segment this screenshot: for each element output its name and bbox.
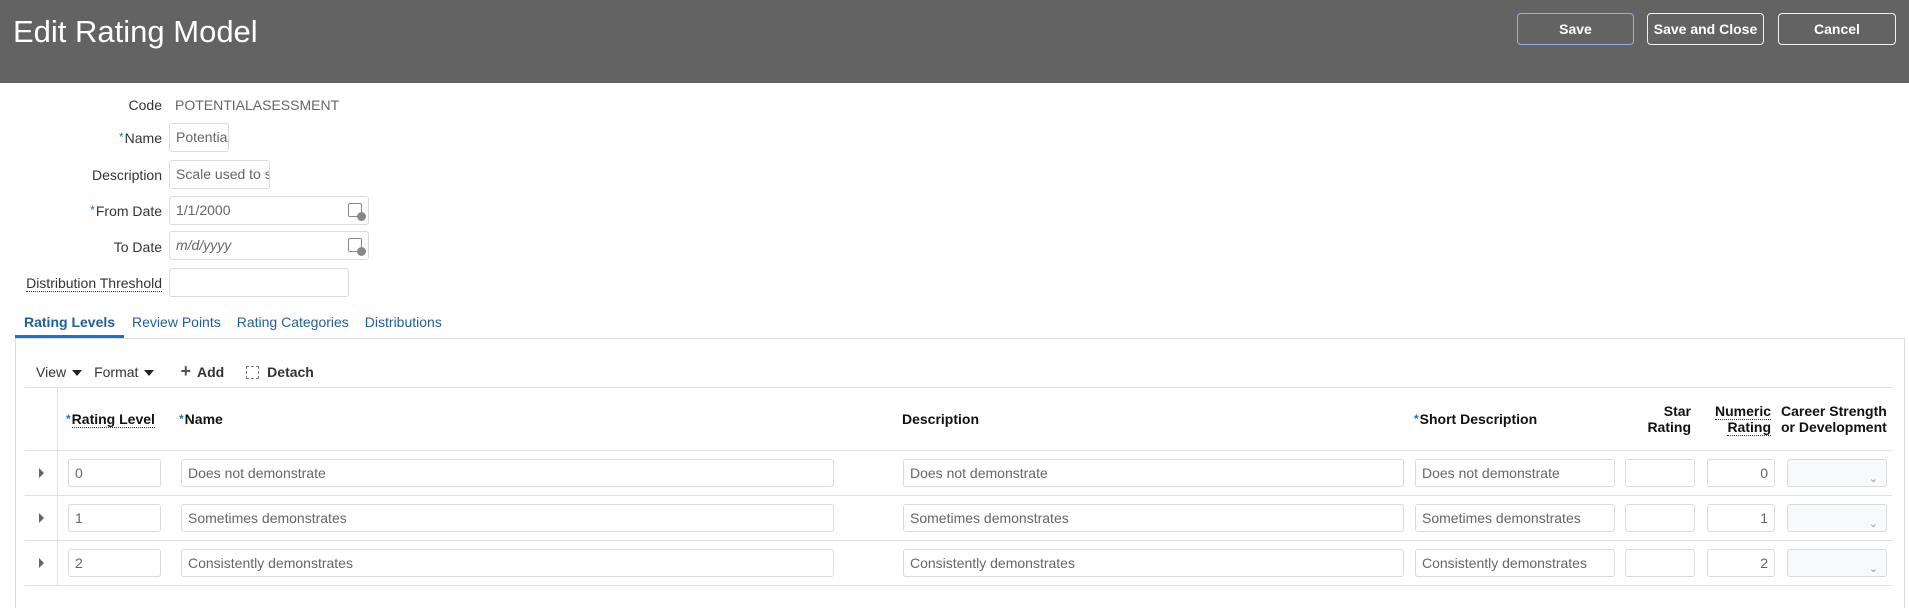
rating-levels-table: *Rating Level *Name Description *Short D… (25, 387, 1892, 586)
expand-cell[interactable] (25, 541, 58, 585)
tab-distributions[interactable]: Distributions (357, 312, 450, 338)
distribution-threshold-label: Distribution Threshold (26, 275, 162, 292)
distribution-threshold-input[interactable] (169, 268, 349, 297)
table-row[interactable]: 1 Sometimes demonstrates Sometimes demon… (25, 496, 1892, 541)
rating-level-input[interactable]: 0 (68, 459, 161, 487)
star-rating-input[interactable] (1625, 504, 1695, 532)
caret-down-icon (72, 369, 83, 376)
col-numeric-rating[interactable]: Numeric Rating (1699, 403, 1779, 436)
expand-row-icon[interactable] (39, 513, 44, 523)
plus-icon: + (180, 361, 191, 381)
detach-icon (246, 366, 260, 380)
rating-levels-panel: View Format + Add Detach *Rating Level *N… (15, 338, 1905, 608)
calendar-icon[interactable] (348, 238, 366, 256)
from-date-value: 1/1/2000 (176, 202, 231, 218)
view-label: View (36, 363, 67, 380)
from-date-label-text: From Date (95, 203, 162, 219)
table-header-row: *Rating Level *Name Description *Short D… (25, 387, 1892, 451)
add-button[interactable]: + Add (180, 361, 224, 382)
code-value: POTENTIALASESSMENT (175, 97, 340, 113)
calendar-icon[interactable] (348, 203, 366, 221)
numeric-rating-input[interactable]: 1 (1707, 504, 1775, 532)
to-date-input[interactable]: m/d/yyyy (169, 231, 369, 260)
from-date-label: *From Date (90, 203, 162, 219)
description-label: Description (91, 167, 162, 183)
name-input[interactable]: Sometimes demonstrates (181, 504, 834, 532)
col-name[interactable]: *Name (171, 411, 894, 427)
expand-cell[interactable] (25, 496, 58, 540)
tab-rating-levels[interactable]: Rating Levels (15, 312, 125, 338)
page-title: Edit Rating Model (13, 14, 258, 49)
format-menu[interactable]: Format (94, 363, 155, 380)
add-label: Add (196, 364, 225, 380)
table-row[interactable]: 0 Does not demonstrate Does not demonstr… (25, 451, 1892, 496)
expand-cell[interactable] (25, 451, 58, 495)
chevron-down-icon: ⌄ (1868, 473, 1878, 485)
rating-level-input[interactable]: 2 (68, 549, 161, 577)
from-date-input[interactable]: 1/1/2000 (169, 196, 369, 225)
career-strength-select[interactable]: ⌄ (1787, 459, 1887, 487)
name-input[interactable]: Does not demonstrate (181, 459, 834, 487)
name-input[interactable]: Potentia (169, 123, 229, 152)
col-career-strength[interactable]: Career Strength or Development (1779, 403, 1892, 435)
star-rating-input[interactable] (1625, 459, 1695, 487)
code-label: Code (128, 97, 162, 113)
description-input[interactable]: Consistently demonstrates (903, 549, 1404, 577)
short-description-input[interactable]: Does not demonstrate (1415, 459, 1615, 487)
tab-bar: Rating Levels Review Points Rating Categ… (15, 312, 450, 338)
view-menu[interactable]: View (36, 363, 83, 380)
format-label: Format (94, 363, 139, 380)
to-date-placeholder: m/d/yyyy (176, 237, 232, 253)
col-short-description[interactable]: *Short Description (1406, 411, 1618, 427)
expand-row-icon[interactable] (39, 468, 44, 478)
name-label-text: Name (124, 130, 162, 146)
description-input[interactable]: Sometimes demonstrates (903, 504, 1404, 532)
short-description-input[interactable]: Sometimes demonstrates (1415, 504, 1615, 532)
detach-button[interactable]: Detach (246, 364, 314, 380)
header-spacer (25, 388, 58, 450)
distribution-threshold-label-text: Distribution Threshold (26, 275, 162, 292)
detach-label: Detach (267, 363, 314, 380)
tab-rating-categories[interactable]: Rating Categories (229, 312, 357, 338)
career-strength-select[interactable]: ⌄ (1787, 549, 1887, 577)
description-input[interactable]: Does not demonstrate (903, 459, 1404, 487)
caret-down-icon (144, 369, 155, 376)
expand-row-icon[interactable] (39, 558, 44, 568)
page-header: Edit Rating Model Save Save and Close Ca… (0, 0, 1909, 83)
col-description[interactable]: Description (894, 411, 1406, 427)
name-input[interactable]: Consistently demonstrates (181, 549, 834, 577)
save-and-close-button[interactable]: Save and Close (1647, 13, 1764, 45)
numeric-rating-input[interactable]: 2 (1707, 549, 1775, 577)
chevron-down-icon: ⌄ (1868, 518, 1878, 530)
chevron-down-icon: ⌄ (1868, 563, 1878, 575)
rating-level-input[interactable]: 1 (68, 504, 161, 532)
save-button[interactable]: Save (1517, 13, 1634, 45)
career-strength-select[interactable]: ⌄ (1787, 504, 1887, 532)
table-row[interactable]: 2 Consistently demonstrates Consistently… (25, 541, 1892, 586)
required-mark: * (90, 203, 95, 217)
to-date-label: To Date (113, 239, 162, 255)
col-rating-level[interactable]: *Rating Level (58, 411, 171, 428)
name-label: *Name (119, 130, 162, 146)
table-toolbar: View Format + Add Detach (36, 361, 314, 382)
col-star-rating[interactable]: Star Rating (1618, 403, 1699, 435)
short-description-input[interactable]: Consistently demonstrates (1415, 549, 1615, 577)
description-input[interactable]: Scale used to s (169, 160, 270, 189)
cancel-button[interactable]: Cancel (1778, 13, 1896, 45)
required-mark: * (118, 130, 124, 144)
tab-review-points[interactable]: Review Points (124, 312, 229, 338)
star-rating-input[interactable] (1625, 549, 1695, 577)
numeric-rating-input[interactable]: 0 (1707, 459, 1775, 487)
